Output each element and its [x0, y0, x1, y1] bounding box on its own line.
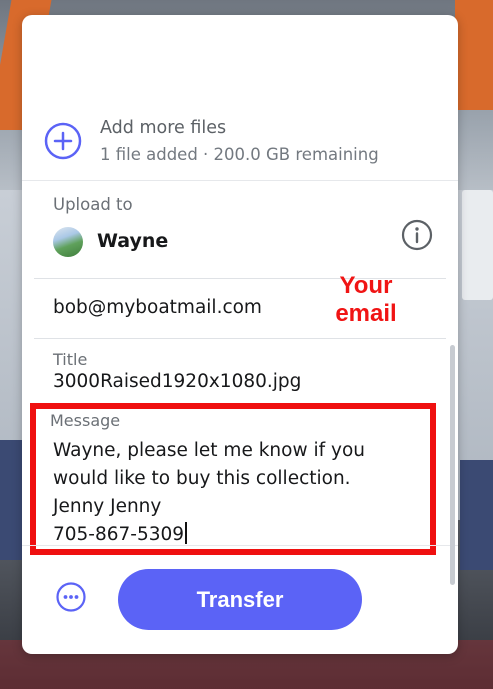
text-cursor [185, 522, 187, 544]
avatar [53, 227, 83, 257]
files-status: 1 file added · 200.0 GB remaining [100, 145, 379, 164]
email-annotation: Your email [335, 272, 397, 327]
transfer-button[interactable]: Transfer [118, 569, 362, 630]
title-field[interactable]: 3000Raised1920x1080.jpg [53, 371, 301, 392]
info-icon[interactable] [400, 218, 434, 252]
upload-destination-name: Wayne [97, 230, 169, 252]
divider [22, 545, 458, 546]
scrollbar[interactable] [450, 345, 455, 585]
plus-circle-icon [44, 122, 82, 160]
title-label: Title [53, 350, 88, 369]
upload-dialog: Add more files 1 file added · 200.0 GB r… [22, 15, 458, 654]
message-text: Wayne, please let me know if you would l… [53, 440, 365, 545]
divider [22, 180, 458, 181]
more-options-icon[interactable] [55, 581, 87, 613]
upload-to-label: Upload to [53, 195, 133, 214]
add-more-files-button[interactable]: Add more files 1 file added · 200.0 GB r… [44, 118, 444, 174]
message-label: Message [50, 411, 121, 430]
divider [34, 338, 446, 339]
message-textarea[interactable]: Wayne, please let me know if you would l… [53, 437, 413, 549]
email-field[interactable]: bob@myboatmail.com [53, 297, 262, 318]
file-preview-area [22, 15, 458, 115]
add-files-title: Add more files [100, 118, 227, 138]
